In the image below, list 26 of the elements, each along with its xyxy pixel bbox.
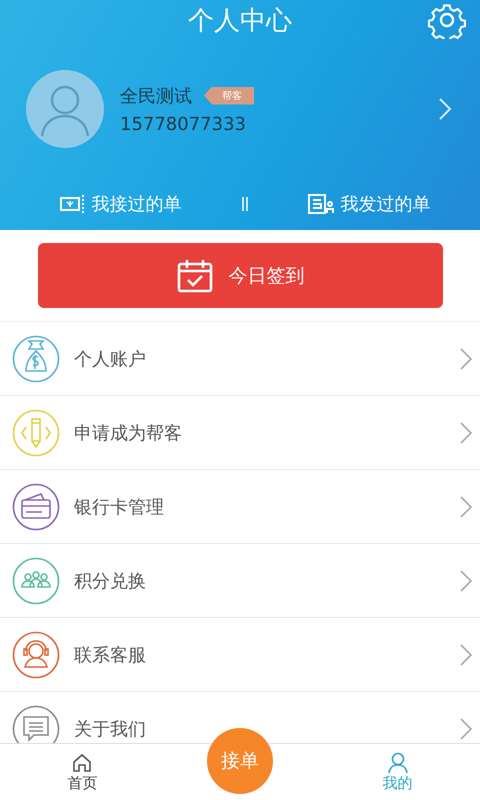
calendar-icon	[176, 258, 212, 292]
chevron-right-icon	[460, 570, 472, 592]
tab[interactable]: 首页	[42, 752, 122, 792]
phone-number: 15778077333	[120, 114, 247, 134]
menu-item[interactable]: 银行卡管理	[0, 470, 480, 544]
menu-item[interactable]: 申请成为帮客	[0, 396, 480, 470]
menu-item[interactable]: 个人账户	[0, 322, 480, 396]
profile-row[interactable]: 全民测试 帮客 15778077333	[0, 40, 480, 148]
sign-in-button[interactable]: 今日签到	[38, 243, 443, 308]
person-icon	[386, 752, 409, 774]
role-badge: 帮客	[204, 86, 254, 104]
chevron-right-icon	[460, 496, 472, 518]
avatar-icon	[26, 70, 104, 148]
user-name: 全民测试	[120, 84, 192, 108]
home-icon	[71, 752, 94, 774]
menu-item[interactable]: 积分兑换	[0, 544, 480, 618]
chevron-right-icon	[460, 422, 472, 444]
chevron-right-icon	[460, 718, 472, 740]
chevron-right-icon	[460, 348, 472, 370]
ticket-icon	[60, 193, 86, 215]
page-title: 个人中心	[188, 4, 292, 38]
menu-item[interactable]: 联系客服	[0, 618, 480, 692]
document-icon	[308, 193, 334, 215]
chevron-right-icon	[460, 644, 472, 666]
chevron-right-icon	[438, 97, 452, 121]
divider-icon	[240, 196, 249, 212]
